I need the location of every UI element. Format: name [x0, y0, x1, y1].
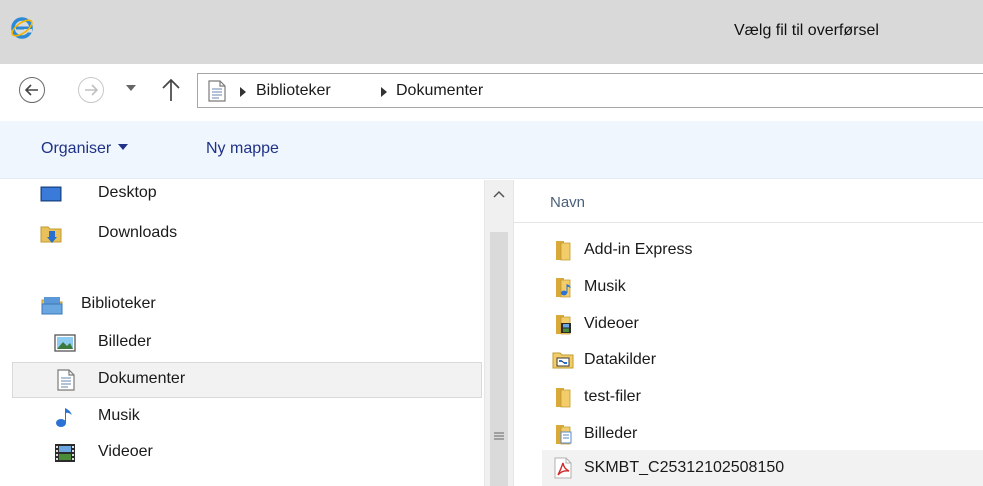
arrow-right-icon [85, 84, 98, 96]
pdf-icon [554, 457, 572, 479]
chevron-down-icon [118, 144, 129, 150]
file-item-datasources[interactable]: Datakilder [542, 342, 983, 378]
column-header-name[interactable]: Navn [550, 194, 585, 211]
up-arrow-button[interactable] [160, 77, 182, 103]
command-toolbar: Organiser Ny mappe [0, 121, 983, 179]
desktop-icon [40, 186, 62, 202]
recent-locations-dropdown[interactable] [126, 84, 136, 92]
music-icon [56, 408, 72, 427]
nav-item-label: Dokumenter [98, 370, 186, 387]
back-button[interactable] [19, 77, 45, 103]
internet-explorer-icon [11, 17, 33, 39]
address-bar[interactable]: Biblioteker Dokumenter [197, 73, 983, 108]
breadcrumb-documents[interactable]: Dokumenter [396, 82, 483, 100]
folder-icon [556, 241, 571, 261]
nav-item-desktop[interactable]: Desktop [12, 180, 482, 214]
file-item-label: SKMBT_C25312102508150 [584, 459, 785, 476]
nav-item-label: Desktop [98, 184, 157, 201]
new-folder-button[interactable]: Ny mappe [206, 140, 279, 158]
breadcrumb-separator-icon[interactable] [240, 87, 246, 97]
pictures-folder-icon [556, 425, 572, 445]
file-item-label: Datakilder [584, 351, 657, 368]
pictures-icon [54, 334, 76, 352]
file-item-label: Musik [584, 278, 626, 295]
datasource-folder-icon [552, 352, 574, 369]
file-item-music[interactable]: Musik [542, 269, 983, 305]
breadcrumb-libraries[interactable]: Biblioteker [256, 82, 331, 100]
breadcrumb-separator-icon[interactable] [381, 87, 387, 97]
file-item-videos[interactable]: Videoer [542, 306, 983, 342]
window-title: Vælg fil til overførsel [734, 22, 879, 39]
nav-item-documents[interactable]: Dokumenter [12, 362, 482, 398]
scroll-thumb[interactable] [490, 232, 508, 486]
music-folder-icon [556, 278, 571, 298]
nav-item-label: Musik [98, 407, 140, 424]
downloads-folder-icon [40, 226, 62, 243]
nav-item-label: Biblioteker [81, 295, 156, 312]
arrow-left-icon [25, 84, 38, 96]
file-item-label: Add-in Express [584, 241, 693, 258]
file-item-label: test-filer [584, 388, 641, 405]
chevron-up-icon [493, 190, 505, 198]
videos-icon [55, 444, 75, 462]
file-item-pictures[interactable]: Billeder [542, 416, 983, 452]
navigation-bar: Biblioteker Dokumenter [0, 64, 983, 116]
nav-item-label: Videoer [98, 443, 153, 460]
video-folder-icon [556, 315, 571, 335]
file-item-label: Billeder [584, 425, 638, 442]
nav-item-pictures[interactable]: Billeder [12, 325, 482, 361]
column-header-divider [514, 222, 983, 223]
file-item-test-files[interactable]: test-filer [542, 379, 983, 415]
nav-item-label: Billeder [98, 333, 152, 350]
nav-item-videos[interactable]: Videoer [12, 435, 482, 471]
nav-item-libraries[interactable]: Biblioteker [12, 286, 482, 322]
scroll-grip-icon [494, 432, 504, 440]
organize-button[interactable]: Organiser [41, 140, 129, 158]
nav-item-downloads[interactable]: Downloads [12, 216, 482, 252]
documents-icon [57, 369, 75, 391]
file-item-label: Videoer [584, 315, 639, 332]
forward-button[interactable] [78, 77, 104, 103]
document-icon [208, 80, 226, 102]
folder-icon [556, 388, 571, 408]
scroll-up-button[interactable] [485, 180, 513, 208]
nav-item-label: Downloads [98, 224, 178, 241]
navigation-pane: Desktop Downloads Biblioteker Billeder D… [0, 180, 484, 486]
file-item-pdf[interactable]: SKMBT_C25312102508150 [542, 450, 983, 486]
file-item-add-in-express[interactable]: Add-in Express [542, 232, 983, 268]
nav-item-music[interactable]: Musik [12, 399, 482, 435]
organize-label: Organiser [41, 140, 112, 157]
file-list-pane: Navn Add-in Express Musik Videoer Dataki… [514, 180, 983, 486]
title-bar: Vælg fil til overførsel [0, 0, 983, 64]
libraries-icon [41, 297, 63, 315]
navigation-pane-scrollbar[interactable] [484, 180, 514, 486]
